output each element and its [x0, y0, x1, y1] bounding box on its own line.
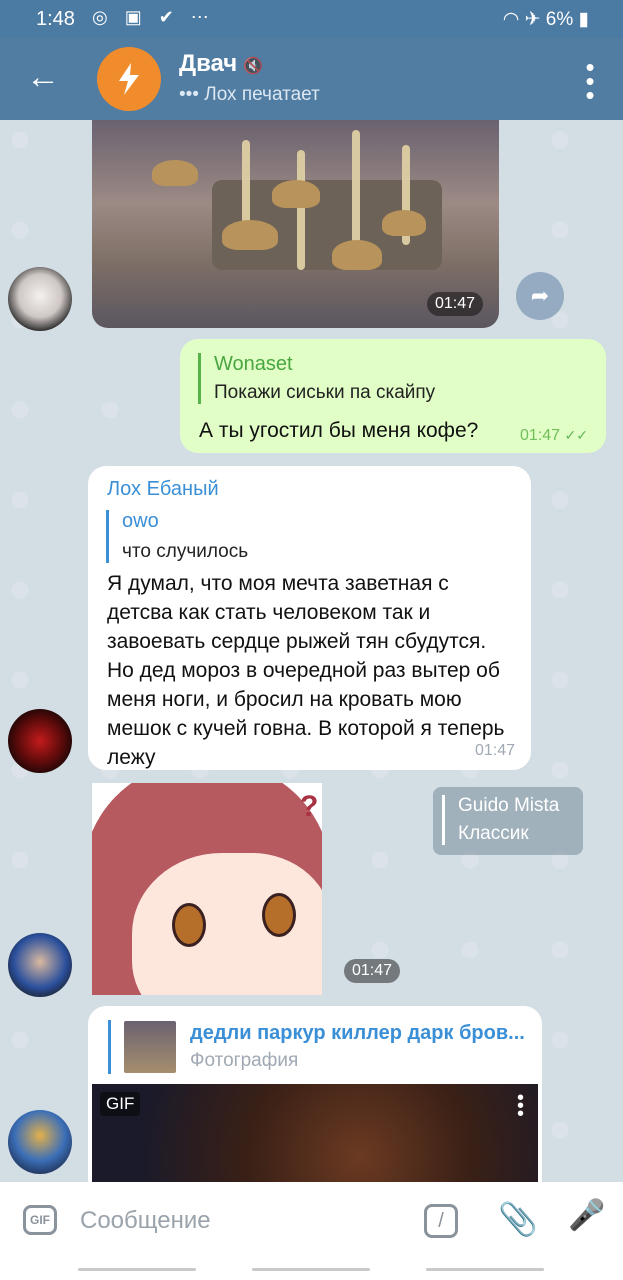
sticker-time-pill: 01:47: [344, 959, 401, 983]
photo-cap: [382, 210, 426, 236]
reply-bar: [442, 795, 445, 845]
microphone-icon[interactable]: 🎤: [568, 1198, 605, 1233]
gif-button[interactable]: GIF: [23, 1205, 57, 1235]
incoming-message-link[interactable]: дедли паркур киллер дарк бров... Фотогра…: [88, 1006, 542, 1182]
muted-icon: 🔇: [243, 58, 264, 75]
status-right: ◠ ✈ 6% ▮: [503, 8, 589, 31]
back-arrow-icon[interactable]: ←: [26, 60, 60, 94]
quote-text: Покажи сиськи па скайпу: [214, 382, 436, 403]
question-mark-icon: ?: [300, 790, 319, 823]
message-time: 01:47 ✓✓: [520, 427, 588, 444]
nav-home[interactable]: [252, 1268, 370, 1271]
battery-level: 6%: [545, 9, 574, 30]
more-menu-icon[interactable]: • • •: [585, 54, 595, 108]
gif-menu-icon[interactable]: • • •: [517, 1088, 524, 1124]
photo-message[interactable]: 01:47: [92, 120, 499, 328]
chat-avatar[interactable]: [97, 47, 161, 111]
message-input-bar: GIF Сообщение / 📎 🎤: [0, 1182, 623, 1260]
forward-icon[interactable]: ➦: [516, 272, 564, 320]
reply-quote[interactable]: owo что случилось: [106, 510, 248, 563]
system-nav-bar: [0, 1260, 623, 1280]
reply-quote[interactable]: Wonaset Покажи сиськи па скайпу: [198, 353, 435, 404]
chat-title[interactable]: Двач 🔇: [179, 50, 263, 78]
photo-cap: [272, 180, 320, 208]
lightning-icon: [119, 63, 139, 95]
photo-cap: [152, 160, 198, 186]
reply-text: Классик: [458, 823, 529, 844]
link-subtitle: Фотография: [190, 1050, 299, 1071]
reply-author: Guido Mista: [458, 795, 560, 816]
link-title[interactable]: дедли паркур киллер дарк бров...: [190, 1022, 530, 1045]
status-time: 1:48: [36, 8, 75, 30]
link-bar: [108, 1020, 111, 1074]
nav-back[interactable]: [426, 1268, 544, 1271]
avatar[interactable]: [8, 933, 72, 997]
status-bar: 1:48 ◎ ▣ ✔ ⋯ ◠ ✈ 6% ▮: [0, 0, 623, 38]
bot-command-icon[interactable]: /: [424, 1204, 458, 1238]
avatar[interactable]: [8, 1110, 72, 1174]
avatar[interactable]: [8, 267, 72, 331]
outgoing-message[interactable]: Wonaset Покажи сиськи па скайпу А ты уго…: [180, 339, 606, 453]
notification-icons: ◎ ▣ ✔ ⋯: [92, 7, 215, 27]
message-text: А ты угостил бы меня кофе?: [199, 419, 479, 442]
sticker-eye: [172, 903, 206, 947]
quote-text: что случилось: [122, 541, 249, 562]
avatar[interactable]: [8, 709, 72, 773]
chat-area[interactable]: 01:47 ➦ Wonaset Покажи сиськи па скайпу …: [0, 120, 623, 1182]
gif-label: GIF: [100, 1092, 141, 1116]
gif-media[interactable]: GIF • • •: [92, 1084, 538, 1182]
sender-name[interactable]: Лох Ебаный: [107, 478, 219, 501]
message-time: 01:47: [474, 742, 515, 759]
message-text: Я думал, что моя мечта заветная с детсва…: [107, 572, 505, 769]
sticker-face: [132, 853, 322, 995]
typing-status: ••• Лох печатает: [179, 84, 320, 105]
sticker-reply-quote[interactable]: Guido Mista Классик: [433, 787, 583, 855]
chat-header: ← Двач 🔇 ••• Лох печатает • • •: [0, 38, 623, 120]
read-checks-icon: ✓✓: [564, 427, 588, 443]
airplane-icon: ✈: [524, 9, 541, 30]
link-thumbnail[interactable]: [124, 1021, 176, 1073]
wifi-icon: ◠: [502, 9, 520, 30]
photo-cap: [332, 240, 382, 270]
nav-recent[interactable]: [78, 1268, 196, 1271]
photo-cap: [222, 220, 278, 250]
photo-time: 01:47: [427, 292, 484, 316]
battery-icon: ▮: [578, 9, 589, 30]
sticker-eye: [262, 893, 296, 937]
message-input[interactable]: Сообщение: [80, 1207, 211, 1235]
quote-author: Wonaset: [214, 353, 293, 375]
quote-author: owo: [122, 510, 159, 532]
photo-stem: [297, 150, 305, 270]
paperclip-icon[interactable]: 📎: [498, 1200, 538, 1238]
sticker-message[interactable]: 01:47: [92, 783, 322, 995]
incoming-message[interactable]: Лох Ебаный owo что случилось Я думал, чт…: [88, 466, 531, 770]
